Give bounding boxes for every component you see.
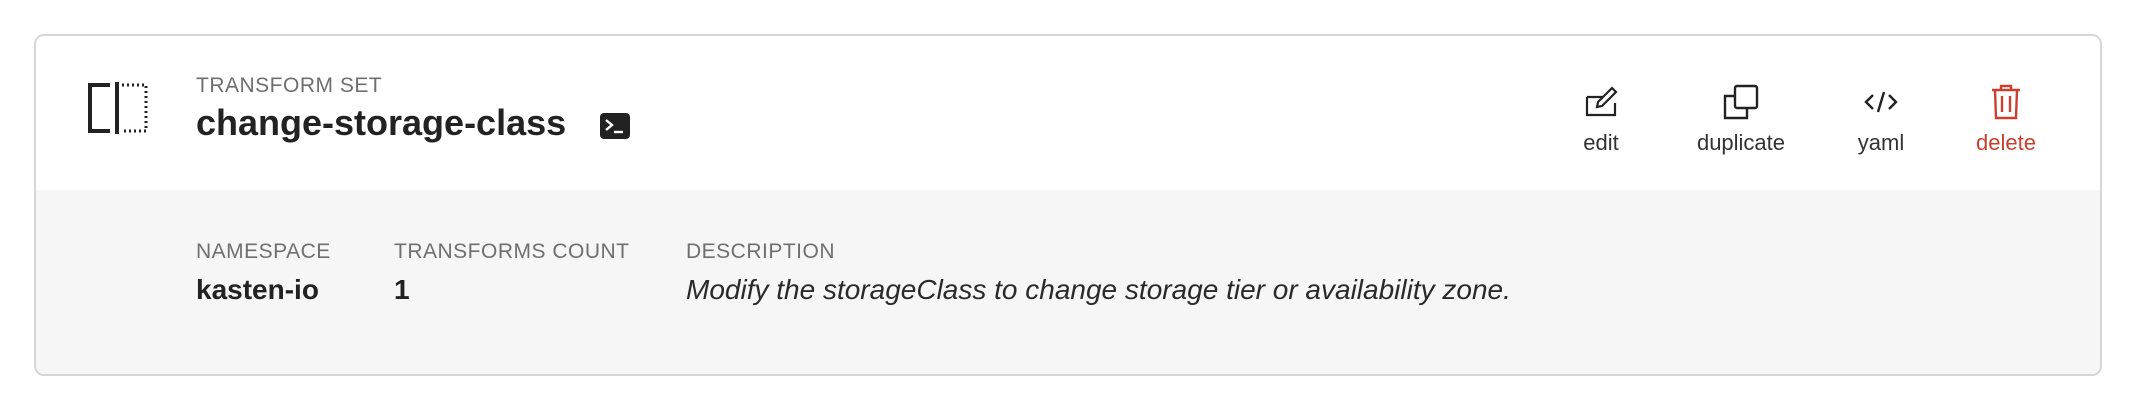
transforms-count-value: 1	[394, 274, 410, 305]
kind-label: TRANSFORM SET	[196, 74, 383, 97]
description-value: Modify the storageClass to change storag…	[686, 274, 1511, 305]
duplicate-button[interactable]: duplicate	[1666, 82, 1816, 156]
namespace-field: NAMESPACE kasten-io	[196, 240, 331, 306]
card-header: TRANSFORM SET change-storage-class edit	[36, 36, 2100, 190]
namespace-value: kasten-io	[196, 274, 319, 305]
transform-set-card: TRANSFORM SET change-storage-class edit	[34, 34, 2102, 376]
yaml-button[interactable]: yaml	[1836, 82, 1926, 156]
delete-button[interactable]: delete	[1951, 82, 2061, 156]
delete-label: delete	[1976, 130, 2036, 155]
duplicate-label: duplicate	[1696, 130, 1786, 155]
description-field: DESCRIPTION Modify the storageClass to c…	[686, 240, 1511, 306]
yaml-label: yaml	[1857, 130, 1905, 155]
title-row: change-storage-class	[196, 102, 631, 144]
edit-button[interactable]: edit	[1566, 82, 1636, 156]
transforms-count-label: TRANSFORMS COUNT	[394, 240, 630, 263]
description-label: DESCRIPTION	[686, 240, 836, 263]
namespace-label: NAMESPACE	[196, 240, 331, 263]
edit-icon	[1583, 82, 1619, 122]
duplicate-icon	[1722, 82, 1760, 122]
terminal-icon[interactable]	[600, 113, 631, 139]
trash-icon	[1990, 82, 2022, 122]
edit-label: edit	[1583, 130, 1619, 155]
card-details: NAMESPACE kasten-io TRANSFORMS COUNT 1 D…	[36, 190, 2100, 374]
transforms-count-field: TRANSFORMS COUNT 1	[394, 240, 630, 306]
transform-set-icon	[88, 82, 148, 134]
page-title: change-storage-class	[196, 102, 567, 143]
code-icon	[1864, 82, 1898, 122]
